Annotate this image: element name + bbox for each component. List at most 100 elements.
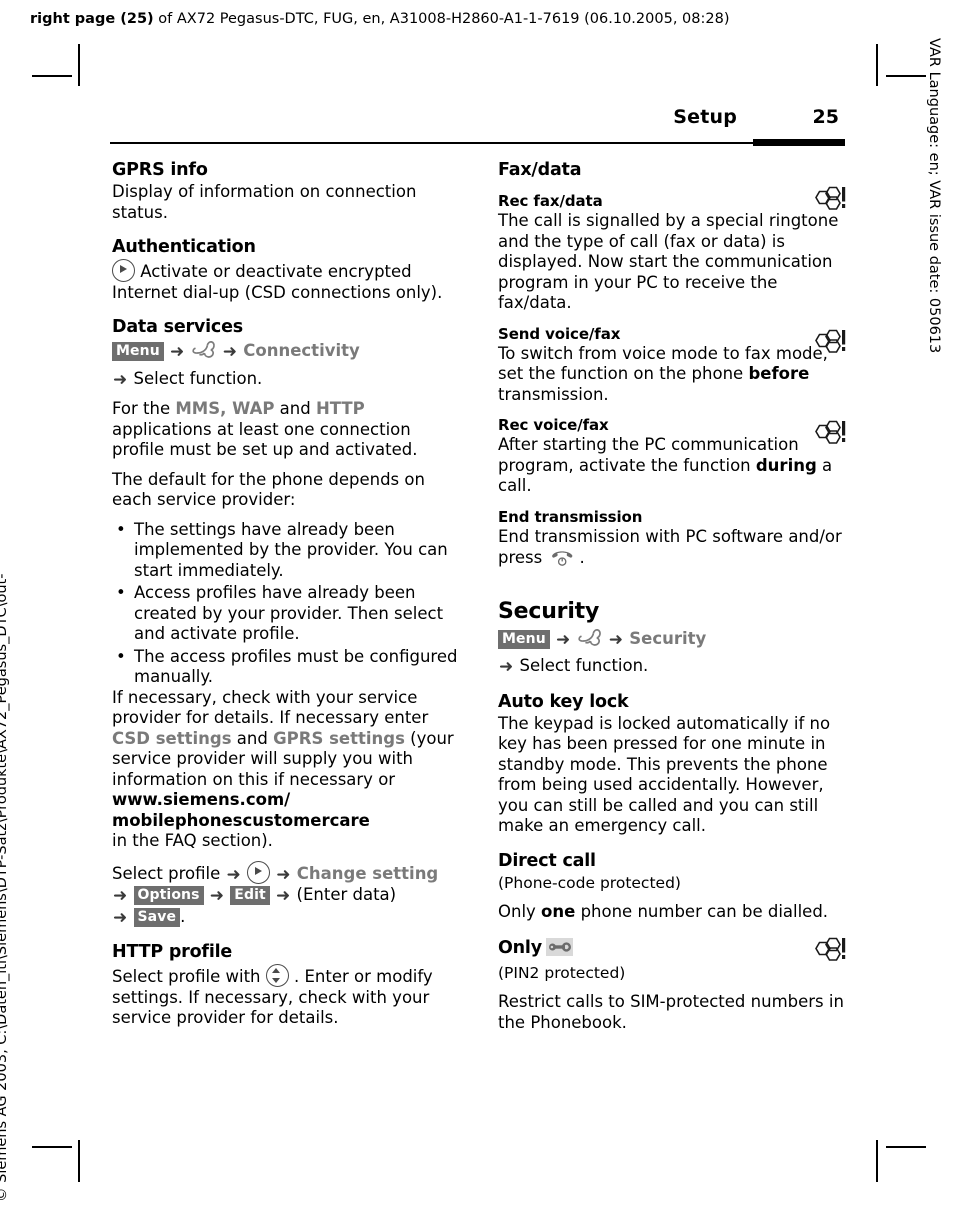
term-mms: MMS bbox=[175, 399, 221, 418]
paragraph-send-voice-fax: To switch from voice mode to fax mode, s… bbox=[498, 344, 846, 406]
nav-key-updown-icon bbox=[265, 964, 289, 987]
sim-key-icon bbox=[545, 937, 574, 963]
row-rec-voice-fax: Rec voice/fax bbox=[498, 416, 846, 444]
crop-mark-top-left-vertical bbox=[78, 44, 80, 86]
crop-mark-bottom-right-vertical bbox=[876, 1140, 878, 1182]
menu-item-change-setting[interactable]: Change setting bbox=[297, 864, 438, 883]
row-rec-fax-data: Rec fax/data bbox=[498, 186, 846, 211]
nav-select-function-label: Select function. bbox=[133, 368, 263, 388]
text-faq-section: in the FAQ section). bbox=[112, 831, 273, 850]
arrow-icon: ➜ bbox=[226, 864, 241, 885]
steps-select-profile: Select profile ➜ ➜ Change setting ➜ Opti… bbox=[112, 860, 460, 929]
side-label-left: © Siemens AG 2003, C:\Daten_itl\Siemens\… bbox=[0, 442, 36, 1202]
emphasis-before: before bbox=[748, 364, 810, 383]
text-fragment: transmission. bbox=[498, 384, 609, 404]
heading-rec-fax-data: Rec fax/data bbox=[498, 192, 603, 210]
softkey-menu[interactable]: Menu bbox=[112, 342, 164, 361]
text-fragment: applications at least one connection pro… bbox=[112, 419, 418, 460]
running-head-rule bbox=[110, 142, 845, 144]
arrow-icon: ➜ bbox=[170, 342, 185, 362]
print-header-document-info: of AX72 Pegasus-DTC, FUG, en, A31008-H28… bbox=[153, 11, 730, 27]
heading-end-transmission: End transmission bbox=[498, 507, 643, 526]
heading-security: Security bbox=[498, 598, 600, 624]
term-wap: WAP bbox=[232, 399, 275, 418]
arrow-icon: ➜ bbox=[209, 886, 225, 906]
heading-http-profile: HTTP profile bbox=[112, 942, 233, 962]
softkey-options[interactable]: Options bbox=[133, 886, 204, 905]
text-fragment: If necessary, check with your service pr… bbox=[112, 687, 429, 728]
left-column: GPRS info Display of information on conn… bbox=[112, 160, 460, 1029]
text-fragment: and bbox=[231, 728, 274, 748]
softkey-save[interactable]: Save bbox=[133, 907, 181, 927]
list-item: Access profiles have already been create… bbox=[112, 583, 460, 645]
list-provider-options: The settings have already been implement… bbox=[112, 520, 460, 688]
arrow-icon: ➜ bbox=[276, 864, 291, 885]
step-period: . bbox=[180, 906, 186, 926]
step-enter-data-label: (Enter data) bbox=[296, 885, 397, 904]
heading-fax-data: Fax/data bbox=[498, 160, 582, 180]
url-line-2: mobilephonescustomercare bbox=[112, 810, 370, 830]
menu-item-security[interactable]: Security bbox=[629, 629, 706, 648]
paragraph-rec-fax-data: The call is signalled by a special ringt… bbox=[498, 211, 839, 312]
network-operator-flag-icon bbox=[810, 420, 846, 454]
paragraph-authentication-text: Activate or deactivate encrypted Interne… bbox=[112, 262, 443, 302]
paragraph-only-protection: (PIN2 protected) bbox=[498, 963, 626, 982]
heading-authentication: Authentication bbox=[112, 237, 256, 257]
heading-only-label: Only bbox=[498, 937, 542, 958]
text-fragment: For the bbox=[112, 399, 176, 418]
list-item: The access profiles must be configured m… bbox=[112, 647, 460, 688]
text-fragment: phone number can be dialled. bbox=[575, 902, 829, 921]
text-fragment: . bbox=[579, 548, 585, 567]
text-fragment: , bbox=[220, 399, 233, 418]
arrow-icon: ➜ bbox=[556, 629, 571, 650]
menu-item-connectivity[interactable]: Connectivity bbox=[243, 341, 360, 360]
crop-mark-bottom-left-vertical bbox=[78, 1140, 80, 1182]
text-fragment: and bbox=[274, 399, 316, 418]
heading-data-services: Data services bbox=[112, 317, 243, 337]
network-operator-flag-icon bbox=[810, 937, 846, 971]
nav-path-security: Menu ➜ ➜ Security ➜ Select function. bbox=[498, 627, 846, 678]
arrow-icon: ➜ bbox=[113, 886, 128, 906]
paragraph-check-provider: If necessary, check with your service pr… bbox=[112, 688, 460, 852]
running-head: Setup 25 bbox=[110, 106, 845, 146]
step-select-profile-label: Select profile bbox=[112, 863, 221, 883]
nav-key-right-icon bbox=[112, 259, 135, 282]
paragraph-only: Restrict calls to SIM-protected numbers … bbox=[498, 992, 844, 1032]
softkey-menu[interactable]: Menu bbox=[498, 629, 550, 649]
arrow-icon: ➜ bbox=[608, 629, 624, 650]
paragraph-applications-profile: For the MMS, WAP and HTTP applications a… bbox=[112, 399, 460, 461]
side-label-right-text: VAR Language: en; VAR issue date: 050613 bbox=[926, 38, 942, 354]
text-fragment: Only bbox=[498, 902, 542, 921]
text-fragment: Select profile with bbox=[112, 967, 266, 986]
paragraph-direct-call: Only one phone number can be dialled. bbox=[498, 902, 846, 923]
right-column: Fax/data Rec fax/data The call is signal… bbox=[498, 160, 846, 1033]
print-header: right page (25) of AX72 Pegasus-DTC, FUG… bbox=[30, 10, 860, 28]
arrow-icon: ➜ bbox=[499, 657, 514, 677]
emphasis-one: one bbox=[541, 902, 576, 921]
arrow-icon: ➜ bbox=[222, 342, 238, 362]
nav-path-data-services: Menu ➜ ➜ Connectivity ➜ Select function. bbox=[112, 339, 460, 390]
nav-key-right-icon bbox=[247, 860, 271, 884]
nav-select-function-label: Select function. bbox=[519, 656, 649, 675]
url-line-1: www.siemens.com/ bbox=[112, 790, 291, 809]
running-head-rule-accent bbox=[753, 139, 845, 146]
network-operator-flag-icon bbox=[810, 186, 846, 220]
heading-gprs-info: GPRS info bbox=[112, 160, 208, 180]
softkey-edit[interactable]: Edit bbox=[230, 886, 270, 905]
arrow-icon: ➜ bbox=[113, 369, 128, 390]
network-operator-flag-icon bbox=[810, 329, 846, 363]
paragraph-rec-voice-fax: After starting the PC communication prog… bbox=[498, 435, 846, 497]
term-gprs-settings: GPRS settings bbox=[273, 728, 405, 748]
crop-mark-top-left-horizontal bbox=[32, 75, 72, 77]
hand-pointer-icon bbox=[577, 627, 603, 657]
heading-rec-voice-fax: Rec voice/fax bbox=[498, 416, 609, 434]
end-call-key-icon bbox=[550, 547, 576, 573]
heading-only: Only bbox=[498, 937, 846, 963]
list-item: The settings have already been implement… bbox=[112, 520, 460, 582]
paragraph-direct-call-protection: (Phone-code protected) bbox=[498, 873, 681, 892]
heading-auto-key-lock: Auto key lock bbox=[498, 691, 629, 712]
page-number: 25 bbox=[812, 106, 839, 128]
paragraph-authentication: Activate or deactivate encrypted Interne… bbox=[112, 259, 460, 303]
arrow-icon: ➜ bbox=[276, 886, 291, 906]
arrow-icon: ➜ bbox=[113, 907, 128, 928]
